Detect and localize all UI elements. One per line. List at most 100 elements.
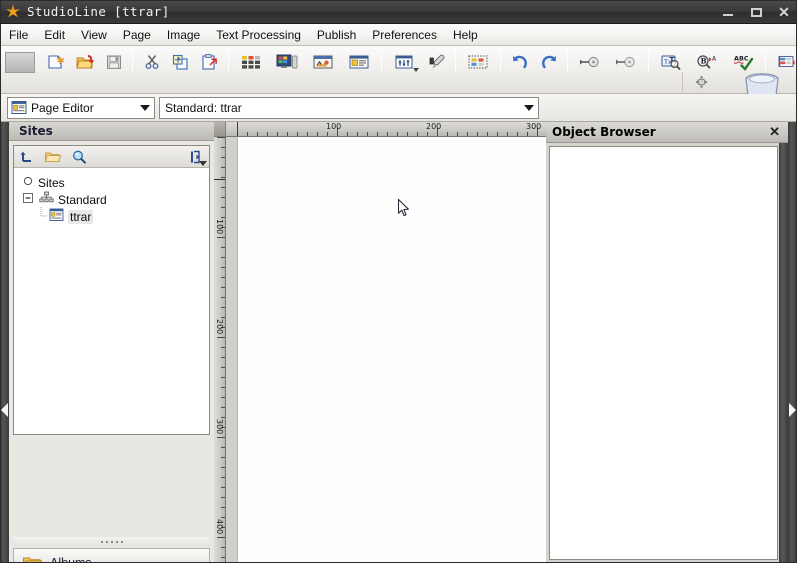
tree-item-sites[interactable]: Sites <box>18 174 205 191</box>
menu-help[interactable]: Help <box>445 25 486 45</box>
open-folder-button[interactable] <box>71 49 98 75</box>
ruler-major-tick <box>217 337 225 338</box>
ruler-major-tick <box>217 437 225 438</box>
ruler-minor-tick <box>297 132 298 136</box>
collapse-left-icon[interactable] <box>0 390 9 430</box>
object-browser-scrollbar[interactable] <box>779 143 788 563</box>
toolbar-separator <box>648 52 649 72</box>
object-browser-list[interactable] <box>549 146 778 560</box>
close-button[interactable]: ✕ <box>775 3 793 21</box>
menu-preferences[interactable]: Preferences <box>364 25 445 45</box>
close-icon[interactable]: ✕ <box>769 125 780 139</box>
ruler-minor-tick <box>221 517 225 518</box>
gallery-view-button[interactable] <box>234 49 268 75</box>
chevron-down-icon[interactable] <box>199 161 207 166</box>
link-button[interactable] <box>573 49 607 75</box>
ruler-minor-tick <box>221 317 225 318</box>
ruler-minor-tick <box>527 132 528 136</box>
save-button[interactable] <box>100 49 127 75</box>
toolbar-separator <box>381 52 382 72</box>
page-margin-marker[interactable] <box>214 179 225 180</box>
thumbnails-button[interactable] <box>461 49 495 75</box>
collapse-right-icon[interactable] <box>788 390 797 430</box>
app-star-icon <box>4 3 22 21</box>
text-layout-button[interactable] <box>342 49 376 75</box>
ruler-label: 300 <box>526 122 542 131</box>
page-canvas[interactable] <box>237 137 546 563</box>
menu-bar: File Edit View Page Image Text Processin… <box>1 24 796 46</box>
menu-text-processing[interactable]: Text Processing <box>208 25 309 45</box>
site-designer-button[interactable] <box>270 49 304 75</box>
chevron-down-icon[interactable] <box>520 98 538 118</box>
blank-swatch-button[interactable] <box>5 51 35 73</box>
vertical-ruler[interactable]: 100 200 300 400 <box>214 137 226 563</box>
tree-item-standard[interactable]: Standard <box>18 191 205 208</box>
left-collapse-strip[interactable] <box>0 122 9 563</box>
maximize-button[interactable] <box>747 3 765 21</box>
toolbar-separator <box>455 52 456 72</box>
ruler-minor-tick <box>221 487 225 488</box>
paste-button[interactable] <box>196 49 223 75</box>
nudge-button[interactable] <box>682 72 726 92</box>
ruler-corner <box>214 122 226 137</box>
menu-publish[interactable]: Publish <box>309 25 364 45</box>
ruler-minor-tick <box>221 347 225 348</box>
color-picker-button[interactable] <box>423 49 450 75</box>
tree-item-ttrar[interactable]: ttrar <box>18 206 205 225</box>
page-editor-icon <box>11 100 27 115</box>
ruler-minor-tick <box>327 132 328 136</box>
menu-page[interactable]: Page <box>115 25 159 45</box>
new-folder-icon <box>44 152 62 162</box>
image-adjust-button[interactable] <box>387 49 421 75</box>
window-controls: ✕ <box>719 0 793 24</box>
page-margin-marker[interactable] <box>237 122 238 136</box>
ruler-minor-tick <box>221 157 225 158</box>
page-editor-icon <box>49 208 64 225</box>
menu-view[interactable]: View <box>73 25 115 45</box>
ruler-minor-tick <box>497 132 498 136</box>
go-up-button[interactable] <box>14 147 40 167</box>
copy-button[interactable] <box>167 49 194 75</box>
ruler-minor-tick <box>221 277 225 278</box>
ruler-minor-tick <box>221 307 225 308</box>
ruler-minor-tick <box>221 507 225 508</box>
ruler-minor-tick <box>447 132 448 136</box>
chevron-down-icon[interactable] <box>136 98 154 118</box>
monitor-palette-icon <box>276 54 298 69</box>
up-level-icon <box>20 151 31 162</box>
expander-minus-icon[interactable] <box>22 192 34 207</box>
ruler-minor-tick <box>347 132 348 136</box>
menu-file[interactable]: File <box>1 25 36 45</box>
text-panel-icon <box>349 55 369 69</box>
sidebar-item-albums[interactable]: Albums <box>13 548 210 563</box>
cut-button[interactable] <box>138 49 165 75</box>
right-collapse-strip[interactable] <box>788 122 797 563</box>
ruler-minor-tick <box>307 132 308 136</box>
undo-button[interactable] <box>506 49 533 75</box>
page-background-button[interactable] <box>306 49 340 75</box>
new-page-button[interactable] <box>42 49 69 75</box>
page-select-combo[interactable]: Standard: ttrar <box>159 96 539 119</box>
canvas-scroll-area[interactable] <box>226 137 546 563</box>
new-folder-button[interactable] <box>40 147 66 167</box>
sites-panel: Sites Sites Standard ttrar Albums <box>9 122 214 563</box>
horizontal-ruler[interactable]: 100 200 300 <box>226 122 546 137</box>
redo-button[interactable] <box>535 49 562 75</box>
ruler-label: 100 <box>326 122 342 131</box>
menu-edit[interactable]: Edit <box>36 25 73 45</box>
unlink-button[interactable] <box>609 49 643 75</box>
ruler-minor-tick <box>467 132 468 136</box>
search-button[interactable] <box>66 147 92 167</box>
ruler-minor-tick <box>221 547 225 548</box>
toolbar-separator <box>567 52 568 72</box>
minimize-button[interactable] <box>719 3 737 21</box>
ruler-minor-tick <box>221 207 225 208</box>
svg-text:ABC: ABC <box>734 55 749 63</box>
menu-image[interactable]: Image <box>159 25 208 45</box>
page-editor-combo[interactable]: Page Editor <box>7 96 155 119</box>
ruler-minor-tick <box>221 147 225 148</box>
ruler-major-tick <box>217 137 225 138</box>
object-browser-title: Object Browser <box>552 125 656 139</box>
toolbar-separator <box>500 52 501 72</box>
panel-splitter[interactable] <box>13 537 210 546</box>
